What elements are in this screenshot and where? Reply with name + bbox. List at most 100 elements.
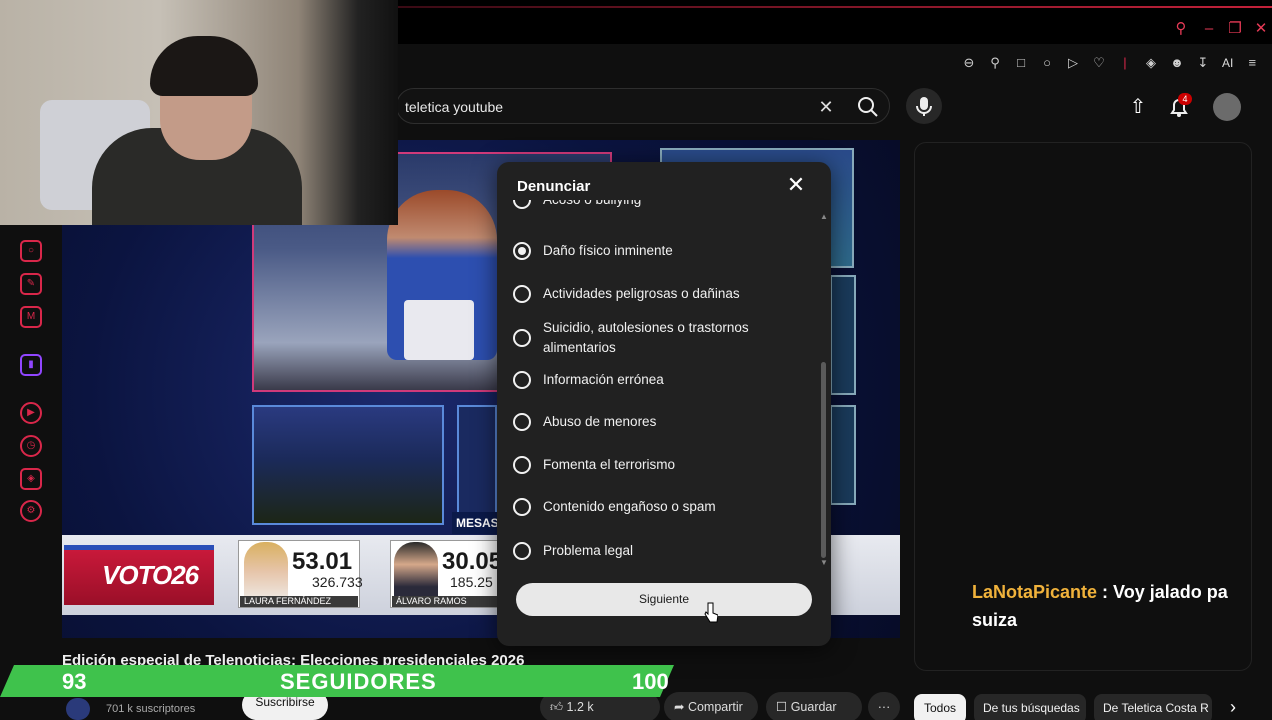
ai-button[interactable]: AI	[1220, 52, 1235, 74]
scene-panel	[457, 405, 497, 525]
webcam-overlay	[0, 0, 398, 225]
menu-icon[interactable]: ≡	[1243, 52, 1261, 74]
audience-scene	[252, 405, 444, 525]
download-icon[interactable]: ↧	[1194, 52, 1212, 74]
candidate-2-percent: 30.05	[442, 548, 503, 575]
option-label: Contenido engañoso o spam	[543, 499, 716, 514]
option-legal-issue[interactable]: Problema legal	[513, 541, 809, 561]
radio-button[interactable]	[513, 542, 531, 560]
scroll-up-icon[interactable]: ▲	[820, 212, 828, 221]
share-button[interactable]: ➦ Compartir	[664, 692, 758, 720]
chevron-right-icon[interactable]: ›	[1222, 696, 1244, 718]
followers-current: 93	[62, 669, 87, 694]
close-icon[interactable]: ✕	[785, 174, 807, 196]
option-spam[interactable]: Contenido engañoso o spam	[513, 497, 809, 517]
option-imminent-harm[interactable]: Daño físico inminente	[513, 241, 809, 261]
titlebar-accent-line	[398, 6, 1272, 8]
report-dialog: Denunciar ✕ Acoso o bullying Daño físico…	[497, 162, 831, 646]
share-label: Compartir	[687, 700, 743, 714]
option-label: Información errónea	[543, 372, 664, 387]
microphone-icon	[916, 97, 932, 116]
option-child-abuse[interactable]: Abuso de menores	[513, 412, 809, 432]
candidate-2-name: ÁLVARO RAMOS	[392, 596, 500, 607]
avatar[interactable]	[1213, 93, 1241, 121]
chip-teletica[interactable]: De Teletica Costa R	[1094, 694, 1212, 720]
pin-icon[interactable]: ⚲	[986, 52, 1004, 74]
option-label: Acoso o bullying	[543, 200, 641, 210]
rail-history-icon[interactable]: ◷	[20, 435, 42, 457]
option-label: Fomenta el terrorismo	[543, 457, 676, 472]
rail-settings-icon[interactable]: ⚙	[20, 500, 42, 522]
notification-badge: 4	[1178, 93, 1192, 105]
rail-play-icon[interactable]: ▶	[20, 402, 42, 424]
option-misinformation[interactable]: Información errónea	[513, 370, 809, 390]
option-dangerous-activities[interactable]: Actividades peligrosas o dañinas	[513, 284, 809, 304]
rail-m-icon[interactable]: M	[20, 306, 42, 328]
capture-icon[interactable]: □	[1012, 52, 1030, 74]
more-actions-button[interactable]: ···	[868, 692, 900, 720]
search-input[interactable]	[405, 97, 785, 117]
followers-goal: 100	[632, 669, 669, 694]
scene-panel-right-lower	[830, 405, 856, 505]
chip-from-searches[interactable]: De tus búsquedas	[974, 694, 1086, 720]
voto-logo: VOTO26	[102, 560, 199, 590]
profile-icon[interactable]: ☻	[1168, 52, 1186, 74]
rail-edit-icon[interactable]: ✎	[20, 273, 42, 295]
rail-camera-icon[interactable]: ○	[20, 240, 42, 262]
like-count: 1.2 k	[566, 700, 594, 714]
radio-button[interactable]	[513, 285, 531, 303]
clear-search-icon[interactable]: ✕	[815, 96, 837, 118]
candidate-1-name: LAURA FERNÁNDEZ	[240, 596, 358, 607]
search-bar: ✕	[396, 88, 890, 124]
candidate-1-votes: 326.733	[312, 574, 363, 590]
radio-button[interactable]	[513, 498, 531, 516]
option-label: Problema legal	[543, 543, 634, 558]
browser-toolbar: ⊖ ⚲ □ ○ ▷ ♡ | ◈ ☻ ↧ AI ≡	[960, 50, 1261, 76]
hand-cursor-icon	[704, 602, 718, 623]
restore-icon[interactable]: ❐	[1224, 18, 1246, 40]
dialog-scrollbar[interactable]	[821, 362, 826, 558]
candidate-1-percent: 53.01	[292, 548, 353, 575]
option-label: Abuso de menores	[543, 414, 657, 429]
zoom-out-icon[interactable]: ⊖	[960, 52, 978, 74]
next-button[interactable]: Siguiente	[516, 583, 812, 616]
search-icon[interactable]	[855, 95, 881, 119]
scene-panel-right	[830, 275, 856, 395]
papers	[404, 300, 474, 360]
heart-icon[interactable]: ♡	[1090, 52, 1108, 74]
report-options-list: Acoso o bullying Daño físico inminente A…	[497, 200, 831, 570]
twitch-icon[interactable]: ▮	[20, 354, 42, 376]
channel-avatar[interactable]	[66, 698, 90, 720]
chat-message: LaNotaPicante : Voy jalado pa suiza	[972, 578, 1244, 634]
voice-search-button[interactable]	[906, 88, 942, 124]
save-label: Guardar	[790, 700, 837, 714]
subscriber-count: 701 k suscriptores	[106, 703, 196, 715]
option-harassment[interactable]: Acoso o bullying	[513, 200, 809, 210]
rail-puzzle-icon[interactable]: ◈	[20, 468, 42, 490]
minimize-icon[interactable]: –	[1198, 18, 1220, 40]
save-button[interactable]: ☐ Guardar	[766, 692, 862, 720]
scroll-down-icon[interactable]: ▼	[820, 558, 828, 567]
upload-icon[interactable]: ⇧	[1126, 94, 1150, 118]
option-label: Daño físico inminente	[543, 243, 673, 258]
search-window-icon[interactable]: ⚲	[1170, 18, 1192, 40]
divider-icon: |	[1123, 55, 1127, 70]
radio-button[interactable]	[513, 371, 531, 389]
option-terrorism[interactable]: Fomenta el terrorismo	[513, 455, 809, 475]
close-window-icon[interactable]: ✕	[1250, 18, 1272, 40]
extensions-icon[interactable]: ◈	[1142, 52, 1160, 74]
followers-label: SEGUIDORES	[280, 669, 437, 694]
option-self-harm[interactable]: Suicidio, autolesiones o trastornos alim…	[513, 318, 809, 358]
shield-icon[interactable]: ○	[1038, 52, 1056, 74]
radio-button-selected[interactable]	[513, 242, 531, 260]
radio-button[interactable]	[513, 456, 531, 474]
screen: ⚲ – ❐ ✕ ⊖ ⚲ □ ○ ▷ ♡ | ◈ ☻ ↧ AI ≡ ○ ✎ M ▮…	[0, 0, 1272, 720]
play-icon[interactable]: ▷	[1064, 52, 1082, 74]
radio-button[interactable]	[513, 329, 531, 347]
chip-all[interactable]: Todos	[914, 694, 966, 720]
radio-button[interactable]	[513, 413, 531, 431]
radio-button[interactable]	[513, 200, 531, 209]
chat-username: LaNotaPicante	[972, 582, 1098, 602]
option-label: Suicidio, autolesiones o trastornos alim…	[543, 320, 749, 355]
dialog-title: Denunciar	[517, 178, 591, 195]
